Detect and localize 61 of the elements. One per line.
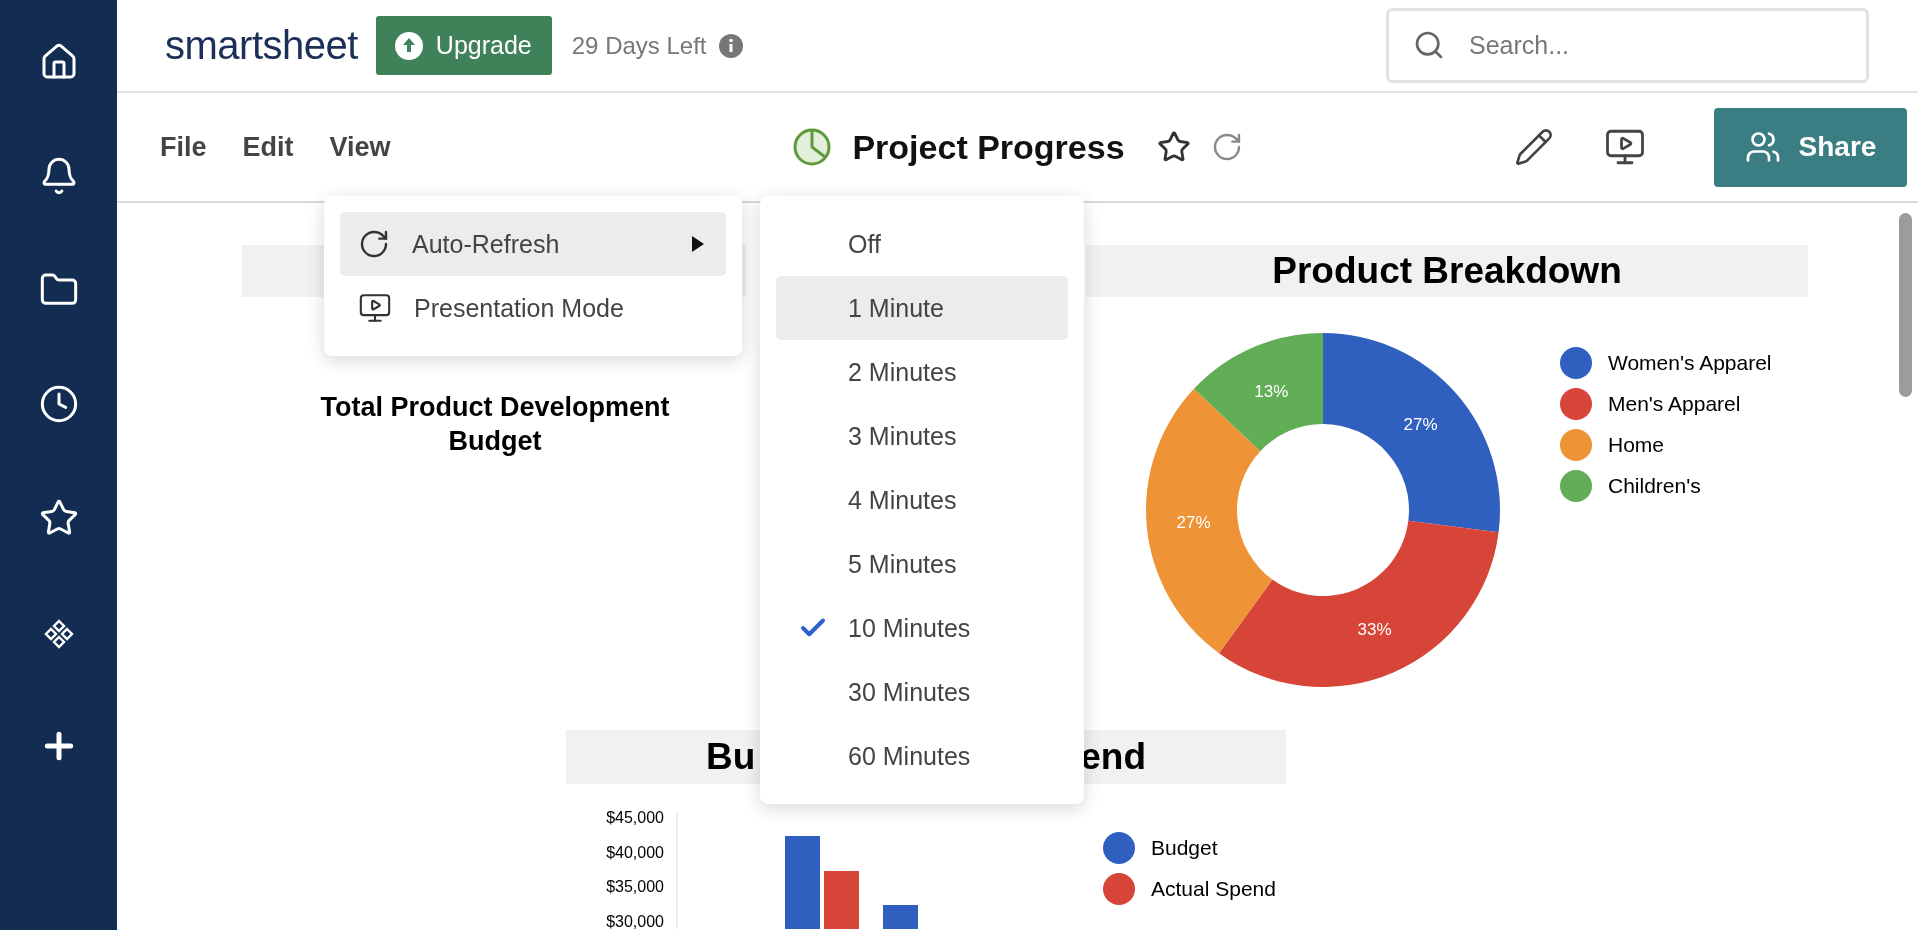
refresh-icon <box>358 228 390 260</box>
menu-option[interactable]: 3 Minutes <box>776 404 1068 468</box>
menu-option[interactable]: Presentation Mode <box>340 276 726 340</box>
presentation-icon <box>358 291 392 325</box>
people-icon <box>1744 129 1781 165</box>
sheet-title: Project Progress <box>852 127 1125 167</box>
legend-label: Actual Spend <box>1151 877 1276 901</box>
menu-item[interactable]: Edit <box>242 131 294 163</box>
menu-option-label: 4 Minutes <box>848 485 957 515</box>
legend-label: Children's <box>1608 474 1701 498</box>
search-field[interactable]: Search... <box>1386 8 1869 83</box>
slice-label: 27% <box>1176 513 1211 533</box>
menu-option-label: Off <box>848 229 881 259</box>
widget-title: end <box>1080 736 1146 778</box>
scrollbar-thumb[interactable] <box>1899 213 1912 397</box>
metric-caption: Total Product Development Budget <box>319 391 671 458</box>
menu-option[interactable]: 4 Minutes <box>776 468 1068 532</box>
star-icon[interactable] <box>38 498 79 538</box>
slice-label: 27% <box>1403 415 1438 435</box>
slice-label: 33% <box>1357 620 1392 640</box>
menu-item[interactable]: View <box>329 131 391 163</box>
pencil-icon[interactable] <box>1514 127 1554 167</box>
axis-label: $45,000 <box>606 809 664 826</box>
menu-option[interactable]: 30 Minutes <box>776 660 1068 724</box>
share-button[interactable]: Share <box>1714 107 1907 187</box>
clock-icon[interactable] <box>38 384 79 424</box>
menu-option[interactable]: Auto-Refresh <box>340 212 726 276</box>
menu-option-label: 2 Minutes <box>848 357 957 387</box>
axis-label: $40,000 <box>606 843 664 861</box>
menu-option[interactable]: 5 Minutes <box>776 532 1068 596</box>
pie-chart-icon <box>792 127 833 167</box>
menu-option-label: 5 Minutes <box>848 549 957 579</box>
upgrade-button[interactable]: Upgrade <box>375 16 552 75</box>
axis-label: $30,000 <box>606 913 664 929</box>
menu-option[interactable]: 10 Minutes <box>776 596 1068 660</box>
menu-option-label: 60 Minutes <box>848 741 971 771</box>
legend-label: Home <box>1608 433 1665 457</box>
menu-option-label: 1 Minute <box>848 293 944 323</box>
menu-option-label: Presentation Mode <box>414 293 625 323</box>
menu-option-label: Auto-Refresh <box>412 229 561 259</box>
legend-label: Women's Apparel <box>1608 351 1772 375</box>
menu-item[interactable]: File <box>160 131 207 163</box>
slice-label: 13% <box>1254 381 1289 401</box>
search-icon <box>1413 29 1445 61</box>
legend-label: Budget <box>1151 836 1218 860</box>
widget-title: Product Breakdown <box>1272 250 1622 292</box>
menu-option[interactable]: 60 Minutes <box>776 724 1068 788</box>
menu-option[interactable]: 1 Minute <box>776 276 1068 340</box>
logo: smartsheet <box>165 23 358 68</box>
trial-notice: 29 Days Left <box>571 31 707 60</box>
menu-option-label: 3 Minutes <box>848 421 957 451</box>
legend-label: Men's Apparel <box>1608 392 1741 416</box>
star-icon[interactable] <box>1156 130 1191 164</box>
widget-title: Bu <box>706 736 756 778</box>
menu-option-label: 10 Minutes <box>848 613 971 643</box>
axis-label: $35,000 <box>606 878 664 896</box>
menu-option[interactable]: Off <box>776 212 1068 276</box>
upload-icon <box>393 30 424 61</box>
menu-option-label: 30 Minutes <box>848 677 971 707</box>
info-icon[interactable] <box>718 33 743 58</box>
menu-option[interactable]: 2 Minutes <box>776 340 1068 404</box>
